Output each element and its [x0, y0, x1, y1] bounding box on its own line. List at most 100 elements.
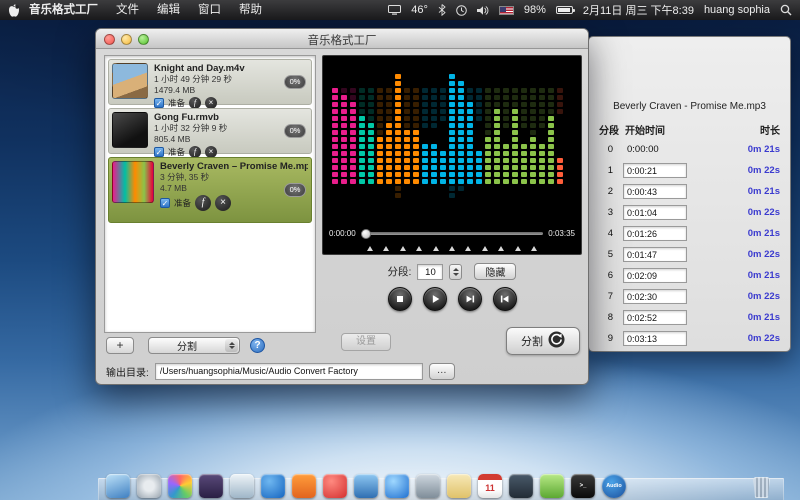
segment-start-input[interactable]	[623, 184, 687, 199]
safari-dock-icon[interactable]	[385, 474, 409, 498]
spotlight-search-icon[interactable]	[780, 4, 792, 16]
photos-dock-icon[interactable]	[168, 474, 192, 498]
segment-count-value[interactable]: 10	[417, 264, 443, 280]
ready-checkbox[interactable]: ✓	[154, 98, 164, 108]
segment-start-input[interactable]	[623, 268, 687, 283]
browse-button[interactable]: …	[429, 363, 455, 380]
menu-edit[interactable]: 编辑	[148, 0, 189, 20]
output-directory-label: 输出目录:	[106, 364, 149, 379]
terminal-dock-icon[interactable]: >_	[571, 474, 595, 498]
segment-count-label: 分段:	[388, 264, 412, 279]
notes-dock-icon[interactable]	[447, 474, 471, 498]
play-button[interactable]	[423, 287, 447, 311]
calendar-dock-icon[interactable]: 11	[478, 474, 502, 498]
segment-index: 2	[599, 186, 613, 197]
stop-button[interactable]	[388, 287, 412, 311]
segment-duration: 0m 21s	[699, 228, 780, 239]
slider-thumb[interactable]	[361, 229, 371, 239]
ready-label: 准备	[174, 197, 191, 209]
main-window: 音乐格式工厂 Knight and Day.m4v 1 小时 49 分钟 29 …	[95, 28, 589, 385]
menu-app-name[interactable]: 音乐格式工厂	[20, 0, 107, 20]
launchpad-dock-icon[interactable]	[137, 474, 161, 498]
split-button[interactable]: 分割	[506, 327, 580, 355]
file-list-item[interactable]: Knight and Day.m4v 1 小时 49 分钟 29 秒 1479.…	[108, 59, 312, 105]
segment-duration: 0m 22s	[699, 207, 780, 218]
add-file-button[interactable]: +	[106, 337, 134, 354]
apple-menu-icon[interactable]	[8, 4, 20, 17]
title-bar[interactable]: 音乐格式工厂	[96, 29, 588, 49]
remove-icon[interactable]: ×	[215, 195, 231, 211]
game-center-dock-icon[interactable]	[540, 474, 564, 498]
itunes-dock-icon[interactable]	[323, 474, 347, 498]
timeline: 0:00:00 0:03:35	[323, 226, 581, 240]
skip-forward-button[interactable]	[458, 287, 482, 311]
segment-start-input[interactable]	[623, 247, 687, 262]
finder-dock-icon[interactable]	[106, 474, 130, 498]
segments-window: Beverly Craven - Promise Me.mp3 分段 开始时间 …	[588, 36, 791, 352]
timeline-slider[interactable]	[361, 227, 544, 239]
segment-start-input[interactable]	[623, 163, 687, 178]
hide-button[interactable]: 隐藏	[474, 263, 516, 280]
audio-converter-dock-icon[interactable]: Audio	[602, 474, 626, 498]
mode-select[interactable]: 分割	[148, 337, 240, 354]
header-segment: 分段	[599, 122, 625, 137]
segment-start-input[interactable]	[623, 310, 687, 325]
help-button[interactable]: ?	[250, 338, 265, 353]
audio-thumbnail	[112, 161, 154, 203]
desktop[interactable]: 音乐格式工厂 文件 编辑 窗口 帮助 46° 98% 2月11日 周三 下午8:…	[0, 0, 800, 500]
segments-table-header: 分段 开始时间 时长	[589, 122, 790, 137]
clock-datetime[interactable]: 2月11日 周三 下午8:39	[583, 2, 694, 18]
clock-status-icon[interactable]	[456, 5, 467, 16]
segment-row: 8 0m 21s	[589, 307, 790, 328]
segment-count-stepper[interactable]	[449, 264, 462, 280]
info-icon[interactable]: f	[195, 195, 211, 211]
menu-help[interactable]: 帮助	[230, 0, 271, 20]
slider-track[interactable]	[361, 232, 544, 235]
file-duration: 3 分钟, 35 秒	[160, 172, 308, 183]
photo-booth-dock-icon[interactable]	[199, 474, 223, 498]
settings-button[interactable]: 设置	[341, 333, 391, 351]
cleaner-dock-icon[interactable]	[230, 474, 254, 498]
file-name: Gong Fu.rmvb	[154, 112, 227, 123]
segment-start-input[interactable]	[623, 331, 687, 346]
volume-icon[interactable]	[477, 5, 489, 16]
segment-start-input[interactable]	[623, 226, 687, 241]
file-list-item[interactable]: Gong Fu.rmvb 1 小时 32 分钟 9 秒 805.4 MB ✓ 准…	[108, 108, 312, 154]
segment-index: 5	[599, 249, 613, 260]
segment-row: 0 0:00:00 0m 21s	[589, 139, 790, 160]
file-list-item-selected[interactable]: Beverly Craven – Promise Me.mp3 3 分钟, 35…	[108, 157, 312, 223]
ready-checkbox[interactable]: ✓	[154, 147, 164, 157]
segment-start-input[interactable]	[623, 205, 687, 220]
dock-icons: 11 >_ Audio	[106, 474, 626, 498]
app-store-dock-icon[interactable]	[261, 474, 285, 498]
window-title: 音乐格式工厂	[96, 32, 588, 48]
temperature-status[interactable]: 46°	[411, 4, 428, 16]
menu-file[interactable]: 文件	[107, 0, 148, 20]
books-dock-icon[interactable]	[292, 474, 316, 498]
dictionary-dock-icon[interactable]	[509, 474, 533, 498]
progress-badge: 0%	[284, 124, 306, 138]
segment-row: 2 0m 21s	[589, 181, 790, 202]
display-status-icon[interactable]	[388, 5, 401, 15]
battery-percent[interactable]: 98%	[524, 4, 546, 16]
output-directory-input[interactable]	[155, 363, 423, 380]
input-language-flag-icon[interactable]	[499, 6, 514, 15]
segment-index: 9	[599, 333, 613, 344]
segment-start-input[interactable]	[623, 289, 687, 304]
battery-icon[interactable]	[556, 6, 573, 14]
file-size: 805.4 MB	[154, 134, 227, 145]
progress-badge: 0%	[284, 75, 306, 89]
segment-duration: 0m 22s	[699, 333, 780, 344]
preview-dock-icon[interactable]	[416, 474, 440, 498]
ready-checkbox[interactable]: ✓	[160, 198, 170, 208]
user-menu[interactable]: huang sophia	[704, 4, 770, 16]
segment-index: 1	[599, 165, 613, 176]
skip-back-button[interactable]	[493, 287, 517, 311]
mail-dock-icon[interactable]	[354, 474, 378, 498]
segment-index: 3	[599, 207, 613, 218]
bluetooth-icon[interactable]	[438, 4, 446, 16]
segments-table: 0 0:00:00 0m 21s 1 0m 22s 2 0m 21s 3 0m …	[589, 139, 790, 349]
menu-window[interactable]: 窗口	[189, 0, 230, 20]
trash-icon[interactable]	[753, 477, 770, 498]
segment-duration: 0m 22s	[699, 165, 780, 176]
